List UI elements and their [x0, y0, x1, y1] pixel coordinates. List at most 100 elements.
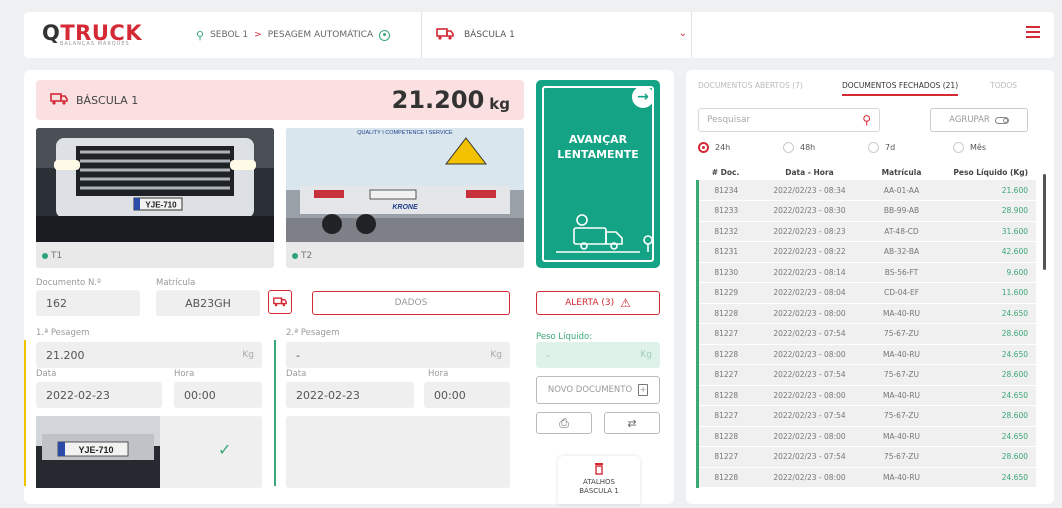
search-icon[interactable]: ⚲	[862, 113, 871, 127]
table-row[interactable]: 81228 2022/02/23 - 08:00 MA-40-RU 24.650	[696, 467, 1036, 488]
breadcrumb-mode[interactable]: PESAGEM AUTOMÁTICA	[268, 30, 373, 40]
scale-select[interactable]: BÁSCULA 1 ⌄	[422, 12, 692, 58]
cell-doc: 81231	[696, 241, 754, 263]
net-weight-label: Peso Líquido:	[536, 332, 593, 342]
second-date-field[interactable]: 2022-02-23	[286, 382, 414, 408]
scale-name: BÁSCULA 1	[76, 93, 139, 107]
cell-net-weight: 24.650	[937, 467, 1036, 488]
cell-net-weight: 28.600	[937, 405, 1036, 427]
period-filter: 24h 48h 7d Mês	[698, 142, 1038, 153]
tab-closed-documents[interactable]: DOCUMENTOS FECHADOS (21)	[842, 70, 959, 96]
status-dot	[292, 253, 298, 259]
table-row[interactable]: 81228 2022/02/23 - 08:00 MA-40-RU 24.650	[696, 344, 1036, 365]
truck-icon	[273, 297, 287, 307]
period-48h[interactable]: 48h	[783, 142, 868, 153]
transfer-button[interactable]: ⇄	[604, 412, 660, 434]
cell-date-hour: 2022/02/23 - 08:22	[753, 241, 866, 263]
camera-t2[interactable]: QUALITY I COMPETENCE I SERVICE KRONE T2	[286, 128, 524, 268]
arrow-right-icon[interactable]: →	[632, 86, 654, 108]
breadcrumb-location[interactable]: SEBOL 1	[210, 30, 248, 40]
first-weigh-field[interactable]: 21.200 Kg	[36, 342, 262, 368]
first-hour-field[interactable]: 00:00	[174, 382, 262, 408]
print-button[interactable]: ⎙	[536, 412, 592, 434]
cell-doc: 81233	[696, 200, 754, 222]
first-date-field[interactable]: 2022-02-23	[36, 382, 162, 408]
document-tabs: DOCUMENTOS ABERTOS (7) DOCUMENTOS FECHAD…	[686, 70, 1054, 96]
truck-edit-button[interactable]	[268, 290, 292, 314]
tab-open-documents[interactable]: DOCUMENTOS ABERTOS (7)	[698, 70, 834, 96]
chevron-down-icon[interactable]: ⌄	[679, 28, 687, 39]
first-weigh-marker	[24, 340, 26, 486]
cell-plate: 75-67-ZU	[865, 323, 938, 345]
table-row[interactable]: 81231 2022/02/23 - 08:22 AB-32-BA 42.600	[696, 241, 1036, 263]
table-row[interactable]: 81227 2022/02/23 - 07:54 75-67-ZU 28.600	[696, 323, 1036, 345]
cell-doc: 81228	[696, 344, 754, 365]
plate-capture-box: YJE-710 ✓	[36, 416, 262, 488]
check-icon: ✓	[218, 440, 232, 459]
col-doc[interactable]: # Doc.	[698, 164, 754, 180]
doc-number-field[interactable]: 162	[36, 290, 140, 316]
cell-plate: CD-04-EF	[865, 282, 938, 304]
cell-doc: 81229	[696, 282, 754, 304]
table-row[interactable]: 81234 2022/02/23 - 08:34 AA-01-AA 21.600	[696, 180, 1036, 201]
cell-plate: AT-48-CD	[865, 221, 938, 242]
table-row[interactable]: 81230 2022/02/23 - 08:14 BS-56-FT 9.600	[696, 262, 1036, 283]
auto-mode-icon	[379, 29, 391, 41]
period-24h[interactable]: 24h	[698, 142, 783, 153]
col-date-hour[interactable]: Data - Hora	[754, 164, 866, 180]
cell-plate: MA-40-RU	[865, 426, 938, 447]
radio-icon	[868, 142, 879, 153]
table-row[interactable]: 81228 2022/02/23 - 08:00 MA-40-RU 24.650	[696, 385, 1036, 406]
table-row[interactable]: 81227 2022/02/23 - 07:54 75-67-ZU 28.600	[696, 405, 1036, 427]
period-month[interactable]: Mês	[953, 142, 1038, 153]
weighing-panel: BÁSCULA 1 21.200 kg YJE-710 T1 QUALITY I…	[24, 70, 674, 504]
cell-plate: MA-40-RU	[865, 467, 938, 488]
period-7d[interactable]: 7d	[868, 142, 953, 153]
table-row[interactable]: 81227 2022/02/23 - 07:54 75-67-ZU 28.600	[696, 364, 1036, 386]
camera-t1[interactable]: YJE-710 T1	[36, 128, 274, 268]
scrollbar[interactable]	[1043, 174, 1046, 270]
cell-doc: 81228	[696, 303, 754, 324]
first-date-label: Data	[36, 369, 57, 379]
col-net-weight[interactable]: Peso Líquido (Kg)	[938, 164, 1037, 180]
cell-doc: 81228	[696, 385, 754, 406]
tab-all[interactable]: TODOS	[990, 70, 1017, 96]
search-input[interactable]: Pesquisar ⚲	[698, 108, 880, 132]
second-weigh-field[interactable]: - Kg	[286, 342, 510, 368]
logo-q: Q	[42, 21, 61, 45]
shortcuts-tab[interactable]: ATALHOS BÁSCULA 1	[558, 456, 640, 504]
table-row[interactable]: 81227 2022/02/23 - 07:54 75-67-ZU 28.600	[696, 446, 1036, 468]
camera-t1-label: T1	[42, 251, 62, 261]
table-row[interactable]: 81229 2022/02/23 - 08:04 CD-04-EF 11.600	[696, 282, 1036, 304]
menu-icon[interactable]	[1026, 26, 1040, 41]
breadcrumb: ⚲ SEBOL 1 > PESAGEM AUTOMÁTICA	[184, 12, 422, 58]
table-row[interactable]: 81228 2022/02/23 - 08:00 MA-40-RU 24.650	[696, 303, 1036, 324]
second-hour-field[interactable]: 00:00	[424, 382, 510, 408]
camera-t2-image: QUALITY I COMPETENCE I SERVICE KRONE	[286, 128, 524, 242]
cell-doc: 81227	[696, 446, 754, 468]
table-row[interactable]: 81232 2022/02/23 - 08:23 AT-48-CD 31.600	[696, 221, 1036, 242]
net-weight-field: - Kg	[536, 342, 660, 368]
col-plate[interactable]: Matrícula	[866, 164, 938, 180]
plate-field[interactable]: AB23GH	[156, 290, 260, 316]
table-row[interactable]: 81228 2022/02/23 - 08:00 MA-40-RU 24.650	[696, 426, 1036, 447]
cell-plate: AB-32-BA	[865, 241, 938, 263]
new-document-button[interactable]: NOVO DOCUMENTO +	[536, 376, 660, 404]
plate-capture-text: YJE-710	[78, 445, 113, 455]
cell-net-weight: 28.600	[937, 364, 1036, 386]
cell-net-weight: 28.900	[937, 200, 1036, 222]
camera-t1-image: YJE-710	[36, 128, 274, 242]
first-weigh-label: 1.ª Pesagem	[36, 328, 90, 338]
advance-slowly-panel[interactable]: → AVANÇAR LENTAMENTE	[536, 80, 660, 268]
data-button[interactable]: DADOS	[312, 291, 510, 315]
table-row[interactable]: 81233 2022/02/23 - 08:30 BB-99-AB 28.900	[696, 200, 1036, 222]
second-capture-box	[286, 416, 510, 488]
plate-capture-image: YJE-710	[36, 416, 160, 488]
group-button[interactable]: AGRUPAR	[930, 108, 1028, 132]
breadcrumb-separator: >	[254, 30, 262, 40]
scale-select-value: BÁSCULA 1	[464, 30, 515, 40]
cell-plate: AA-01-AA	[865, 180, 938, 201]
cell-net-weight: 9.600	[937, 262, 1036, 283]
alert-button[interactable]: ALERTA (3) ⚠	[536, 291, 660, 315]
cell-doc: 81228	[696, 467, 754, 488]
